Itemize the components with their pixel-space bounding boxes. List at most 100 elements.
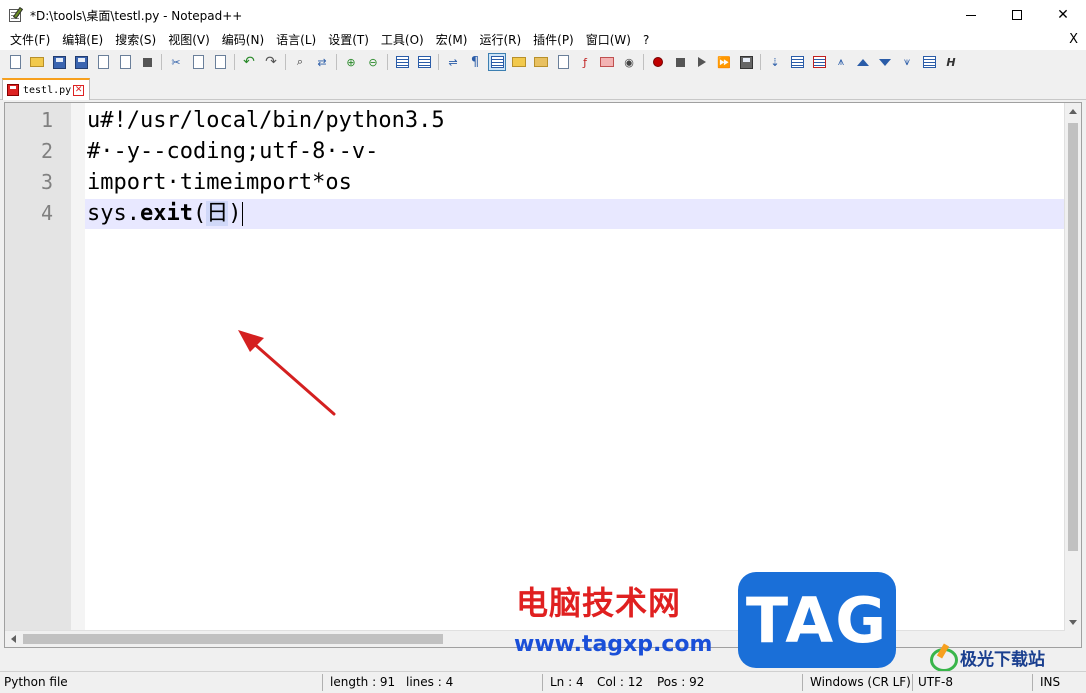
code-line-4[interactable]: sys.exit(日) (87, 198, 244, 229)
menu-edit[interactable]: 编辑(E) (56, 30, 109, 50)
up-icon[interactable] (854, 53, 872, 71)
zoom-in-icon[interactable]: ⊕ (342, 53, 360, 71)
open-file-icon[interactable] (28, 53, 46, 71)
find-icon[interactable]: ⌕ (291, 53, 309, 71)
redo-icon[interactable]: ↷ (262, 53, 280, 71)
scroll-up-icon[interactable] (1069, 109, 1077, 114)
replace-icon[interactable]: ⇄ (313, 53, 331, 71)
paste-icon[interactable] (211, 53, 229, 71)
scroll-down-icon[interactable] (1069, 620, 1077, 625)
menu-encoding[interactable]: 编码(N) (216, 30, 270, 50)
toolbar-divider (438, 54, 439, 70)
close-icon[interactable] (94, 53, 112, 71)
zoom-out-icon[interactable]: ⊖ (364, 53, 382, 71)
window-title: *D:\tools\桌面\testl.py - Notepad++ (30, 8, 243, 23)
tab-testl-py[interactable]: testl.py ✕ (2, 78, 90, 100)
macro-save-icon[interactable] (737, 53, 755, 71)
code-line-1[interactable]: u#!/usr/local/bin/python3.5 (87, 105, 445, 136)
menu-view[interactable]: 视图(V) (162, 30, 216, 50)
next-diff-icon[interactable] (788, 53, 806, 71)
status-ln: Ln : 4 (550, 675, 584, 689)
indent-guide-icon[interactable] (488, 53, 506, 71)
menu-help[interactable]: ? (637, 30, 655, 50)
down-icon[interactable] (876, 53, 894, 71)
last-diff-icon[interactable]: ⩛ (898, 53, 916, 71)
status-eol[interactable]: Windows (CR LF) (810, 672, 911, 693)
toolbar-divider (285, 54, 286, 70)
aurora-logo-icon (928, 644, 958, 672)
print-icon[interactable] (138, 53, 156, 71)
menu-settings[interactable]: 设置(T) (322, 30, 375, 50)
function-list-icon[interactable]: ƒ (576, 53, 594, 71)
scroll-left-icon[interactable] (11, 635, 16, 643)
vertical-scroll-thumb[interactable] (1068, 123, 1078, 551)
watermark-tag-text: TAG (745, 583, 889, 657)
title-bar: *D:\tools\桌面\testl.py - Notepad++ ✕ (0, 0, 1086, 30)
horizontal-scroll-thumb[interactable] (23, 634, 443, 644)
close-window-button[interactable]: ✕ (1040, 0, 1086, 30)
menu-file[interactable]: 文件(F) (4, 30, 56, 50)
cut-icon[interactable]: ✂ (167, 53, 185, 71)
code-keyword: exit (139, 201, 193, 226)
code-line-2[interactable]: #·-y--coding;utf-8·-v- (87, 136, 378, 167)
vertical-scrollbar[interactable] (1064, 103, 1081, 647)
status-pos: Pos : 92 (657, 675, 705, 689)
watermark-site-name: 极光下载站 (960, 649, 1045, 670)
close-document-button[interactable]: X (1069, 30, 1078, 50)
compare-icon[interactable]: ⇣ (766, 53, 784, 71)
status-encoding[interactable]: UTF-8 (918, 672, 953, 693)
line-number: 4 (40, 201, 53, 225)
word-wrap-icon[interactable]: ⇌ (444, 53, 462, 71)
undo-icon[interactable]: ↶ (240, 53, 258, 71)
macro-play-icon[interactable] (693, 53, 711, 71)
sync-v-icon[interactable] (393, 53, 411, 71)
watermark-tag-logo: TAG (738, 572, 896, 668)
tab-close-icon[interactable]: ✕ (73, 84, 85, 96)
doc-list-icon[interactable] (554, 53, 572, 71)
menu-plugins[interactable]: 插件(P) (527, 30, 580, 50)
fold-margin[interactable] (71, 103, 85, 647)
tab-label: testl.py (23, 84, 72, 96)
tab-bar: testl.py ✕ (0, 74, 1086, 100)
save-icon[interactable] (50, 53, 68, 71)
maximize-button[interactable] (994, 0, 1040, 30)
new-file-icon[interactable] (6, 53, 24, 71)
status-divider (322, 674, 323, 691)
status-divider (802, 674, 803, 691)
toolbar: ✂ ↶ ↷ ⌕ ⇄ ⊕ ⊖ ⇌ ¶ ƒ ◉ ⏩ ⇣ ⩚ ⩛ H (0, 50, 1086, 74)
minimize-button[interactable] (948, 0, 994, 30)
macro-stop-icon[interactable] (671, 53, 689, 71)
header-icon[interactable]: H (942, 53, 960, 71)
menu-tools[interactable]: 工具(O) (375, 30, 430, 50)
watermark-text: 电脑技术网 (516, 584, 682, 622)
macro-record-icon[interactable] (649, 53, 667, 71)
monitoring-icon[interactable]: ◉ (620, 53, 638, 71)
save-all-icon[interactable] (72, 53, 90, 71)
macro-run-multi-icon[interactable]: ⏩ (715, 53, 733, 71)
status-divider (1032, 674, 1033, 691)
menu-language[interactable]: 语言(L) (270, 30, 322, 50)
folder-workspace-icon[interactable] (598, 53, 616, 71)
status-col: Col : 12 (597, 675, 643, 689)
menu-window[interactable]: 窗口(W) (580, 30, 637, 50)
toolbar-divider (161, 54, 162, 70)
status-insert-mode[interactable]: INS (1040, 672, 1060, 693)
menu-macro[interactable]: 宏(M) (430, 30, 474, 50)
status-divider (912, 674, 913, 691)
first-diff-icon[interactable]: ⩚ (832, 53, 850, 71)
doc-map-icon[interactable] (532, 53, 550, 71)
sync-h-icon[interactable] (415, 53, 433, 71)
copy-icon[interactable] (189, 53, 207, 71)
prev-diff-icon[interactable] (810, 53, 828, 71)
status-bar: Python file length : 91 lines : 4 Ln : 4… (0, 671, 1086, 693)
window-controls: ✕ (948, 0, 1086, 30)
menu-run[interactable]: 运行(R) (473, 30, 527, 50)
code-line-3[interactable]: import·timeimport*os (87, 167, 352, 198)
editor-area[interactable]: 1 2 3 4 u#!/usr/local/bin/python3.5 #·-y… (4, 102, 1082, 648)
show-all-chars-icon[interactable]: ¶ (466, 53, 484, 71)
udl-icon[interactable] (510, 53, 528, 71)
close-all-icon[interactable] (116, 53, 134, 71)
menu-search[interactable]: 搜索(S) (109, 30, 162, 50)
panel-icon[interactable] (920, 53, 938, 71)
watermark-site-logo: 极光下载站 (928, 642, 1078, 672)
